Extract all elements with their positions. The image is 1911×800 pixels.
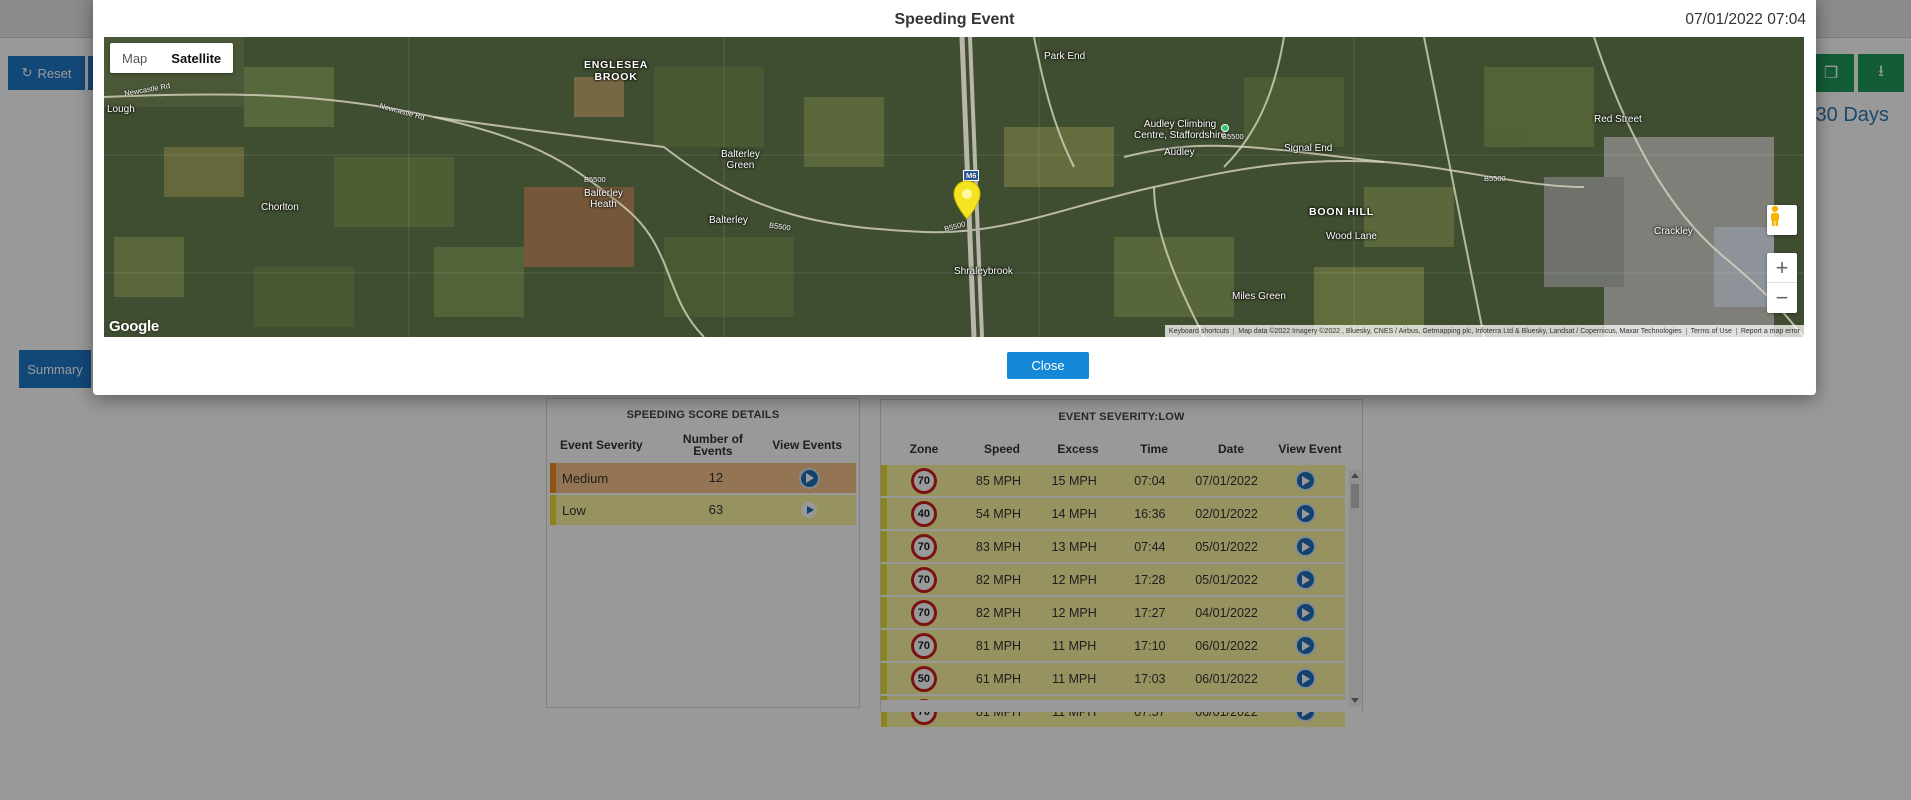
map-type-control: Map Satellite (110, 43, 234, 73)
satellite-map[interactable]: ENGLESEA BROOK Park End Audley Climbing Ce… (104, 37, 1804, 337)
report-map-error-link[interactable]: Report a map error (1737, 328, 1804, 335)
keyboard-shortcuts-link[interactable]: Keyboard shortcuts (1165, 327, 1235, 335)
terms-of-use-link[interactable]: Terms of Use (1687, 327, 1737, 335)
place-label: Chorlton (261, 202, 299, 213)
google-logo: Google (109, 318, 159, 335)
road-label: B5500 (1484, 174, 1506, 183)
map-pin-icon (953, 180, 981, 220)
place-label: Red Street (1594, 114, 1642, 125)
speeding-event-modal: Speeding Event 07/01/2022 07:04 ENGLESEA… (93, 0, 1816, 395)
place-label: Shraleybrook (954, 266, 1013, 277)
place-label: Park End (1044, 51, 1086, 62)
road-label: B5500 (584, 175, 606, 184)
map-data-credit: Map data ©2022 Imagery ©2022 , Bluesky, … (1234, 327, 1687, 335)
close-button[interactable]: Close (1007, 352, 1089, 379)
place-label: Balterley Heath (584, 188, 623, 210)
place-label: Lough (107, 104, 135, 115)
road-label: B5500 (1222, 132, 1244, 141)
place-label: ENGLESEA BROOK (584, 59, 649, 83)
event-datetime: 07/01/2022 07:04 (1685, 11, 1806, 28)
map-type-map-button[interactable]: Map (110, 43, 159, 73)
modal-title: Speeding Event (894, 11, 1015, 28)
zoom-in-button[interactable]: + (1767, 253, 1797, 283)
place-label: Crackley (1654, 226, 1693, 237)
map-type-satellite-button[interactable]: Satellite (159, 43, 233, 73)
place-label: Miles Green (1232, 291, 1286, 302)
zoom-control: + − (1767, 253, 1797, 313)
place-label: Wood Lane (1326, 231, 1377, 242)
plus-icon: + (1775, 254, 1789, 280)
map-attribution: Keyboard shortcuts Map data ©2022 Imager… (1164, 325, 1804, 337)
place-label: BOON HILL (1309, 206, 1374, 218)
zoom-out-button[interactable]: − (1767, 283, 1797, 313)
street-view-pegman[interactable] (1767, 205, 1797, 235)
place-label: Balterley (709, 215, 748, 226)
place-label: Audley Climbing Centre, Staffordshire (1134, 119, 1227, 141)
place-label: Signal End (1284, 143, 1333, 154)
minus-icon: − (1775, 285, 1789, 310)
pegman-icon (1771, 205, 1779, 226)
place-label: Audley (1164, 147, 1195, 158)
poi-pin-icon[interactable] (1221, 124, 1229, 132)
place-label: Balterley Green (721, 149, 760, 171)
